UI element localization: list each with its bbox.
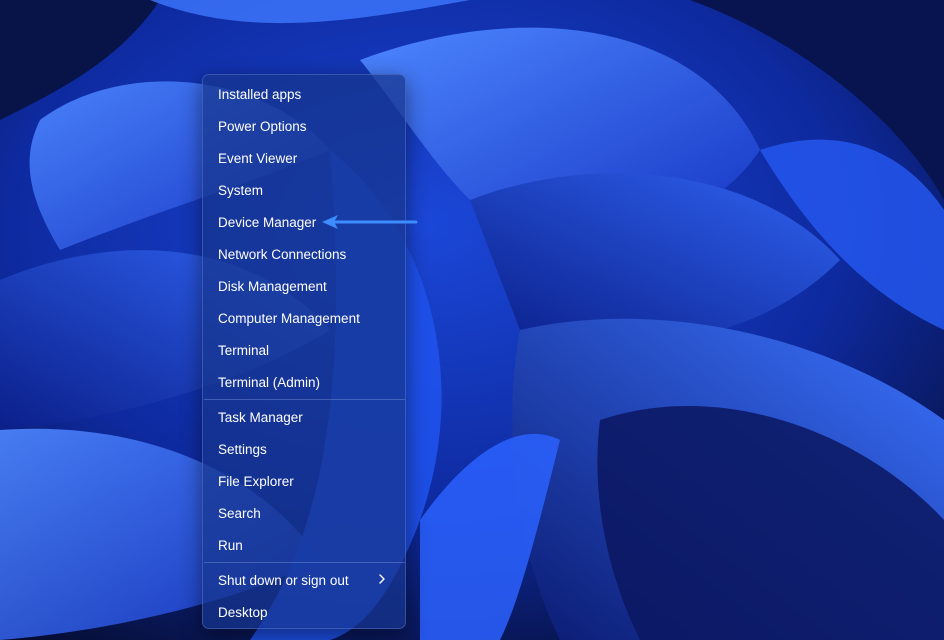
menu-item-label: Event Viewer: [218, 150, 298, 166]
menu-separator: [204, 562, 405, 563]
menu-item-label: Power Options: [218, 118, 307, 134]
menu-item-label: Search: [218, 505, 261, 521]
menu-item-event-viewer[interactable]: Event Viewer: [206, 143, 402, 173]
menu-item-computer-management[interactable]: Computer Management: [206, 303, 402, 333]
menu-item-terminal-admin[interactable]: Terminal (Admin): [206, 367, 402, 397]
menu-item-label: Computer Management: [218, 310, 360, 326]
winx-context-menu: Installed apps Power Options Event Viewe…: [202, 74, 406, 629]
menu-item-file-explorer[interactable]: File Explorer: [206, 466, 402, 496]
menu-item-label: System: [218, 182, 264, 198]
menu-separator: [204, 399, 405, 400]
menu-item-system[interactable]: System: [206, 175, 402, 205]
menu-item-label: Terminal (Admin): [218, 374, 321, 390]
menu-item-network-connections[interactable]: Network Connections: [206, 239, 402, 269]
menu-item-terminal[interactable]: Terminal: [206, 335, 402, 365]
annotation-arrow-icon: [322, 215, 418, 229]
menu-item-label: Task Manager: [218, 409, 303, 425]
menu-item-label: File Explorer: [218, 473, 294, 489]
desktop-wallpaper: [0, 0, 944, 640]
menu-item-desktop[interactable]: Desktop: [206, 597, 402, 627]
menu-item-label: Desktop: [218, 604, 268, 620]
menu-item-label: Settings: [218, 441, 267, 457]
menu-item-shut-down-or-sign-out[interactable]: Shut down or sign out: [206, 565, 402, 595]
menu-item-settings[interactable]: Settings: [206, 434, 402, 464]
menu-item-label: Run: [218, 537, 243, 553]
menu-item-disk-management[interactable]: Disk Management: [206, 271, 402, 301]
menu-item-label: Shut down or sign out: [218, 572, 349, 588]
menu-item-label: Device Manager: [218, 214, 317, 230]
menu-item-task-manager[interactable]: Task Manager: [206, 402, 402, 432]
menu-item-search[interactable]: Search: [206, 498, 402, 528]
menu-item-label: Installed apps: [218, 86, 302, 102]
menu-item-label: Disk Management: [218, 278, 327, 294]
menu-item-label: Network Connections: [218, 246, 347, 262]
menu-item-power-options[interactable]: Power Options: [206, 111, 402, 141]
chevron-right-icon: [379, 574, 385, 584]
menu-item-run[interactable]: Run: [206, 530, 402, 560]
menu-item-installed-apps[interactable]: Installed apps: [206, 79, 402, 109]
menu-item-label: Terminal: [218, 342, 270, 358]
